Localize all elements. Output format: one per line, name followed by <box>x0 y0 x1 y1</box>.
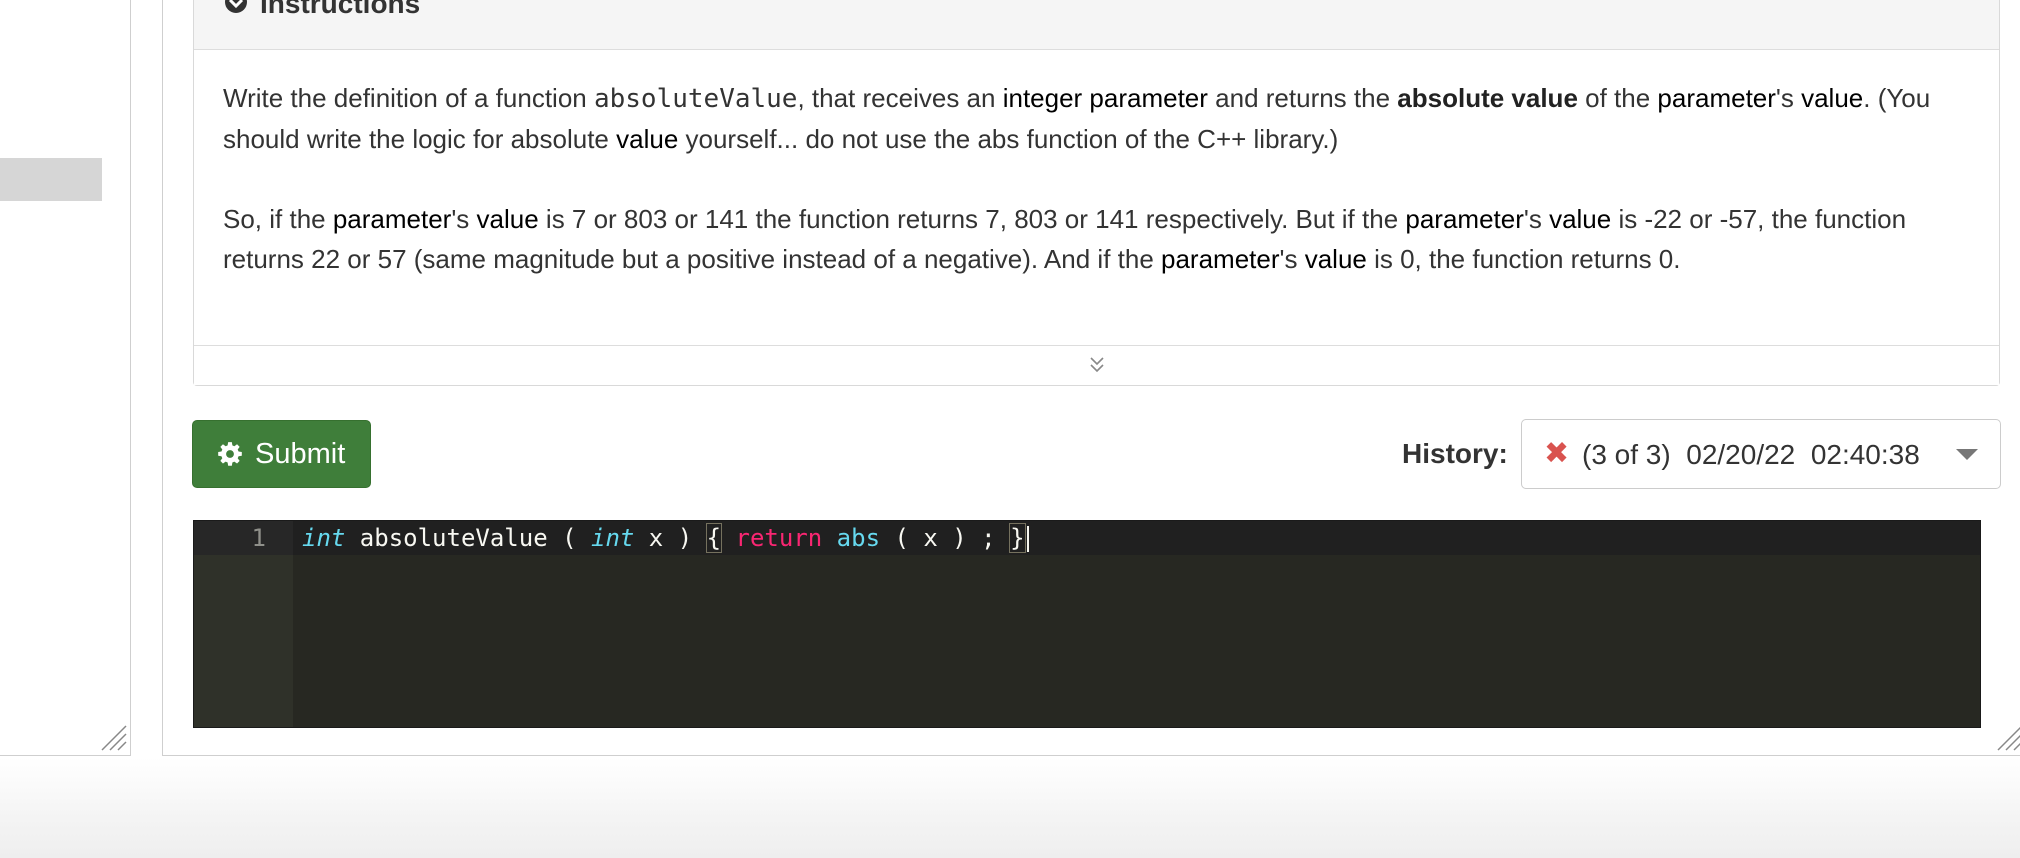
text: 's <box>1523 204 1550 234</box>
instructions-paragraph-2: So, if the parameter's value is 7 or 803… <box>223 199 1983 279</box>
text: 's <box>1279 244 1305 274</box>
gear-icon <box>218 442 242 466</box>
text: yourself... do not use the abs function … <box>678 124 1339 154</box>
chevron-down-circle-icon[interactable] <box>224 0 248 14</box>
left-pane-resize-grip-icon[interactable] <box>98 722 128 752</box>
text: is 0, the function returns 0. <box>1366 244 1681 274</box>
text: 's <box>1775 83 1802 113</box>
submit-button[interactable]: Submit <box>192 420 371 488</box>
submit-button-label: Submit <box>255 437 346 470</box>
keyword-parameter: parameter <box>332 204 452 234</box>
history-label: History: <box>1402 438 1508 469</box>
token-type: int <box>591 524 635 552</box>
keyword-value: value <box>476 204 539 234</box>
text: 's <box>451 204 477 234</box>
keyword-absolute-value: absolute value <box>1397 83 1578 113</box>
left-sidebar-pane <box>0 0 131 756</box>
x-icon: ✖ <box>1544 436 1570 471</box>
text: So, if the <box>223 204 333 234</box>
token-plain: ( x ) ; <box>880 524 1011 552</box>
keyword-value: value <box>1801 83 1864 113</box>
keyword-parameter: parameter <box>1657 83 1776 113</box>
token-function: abs <box>836 524 881 552</box>
text: of the <box>1577 83 1658 113</box>
main-pane-resize-grip-icon[interactable] <box>1994 722 2020 752</box>
keyword-parameter: parameter <box>1161 244 1280 274</box>
text: and returns the <box>1207 83 1398 113</box>
text-cursor <box>1026 526 1029 552</box>
keyword-parameter: parameter <box>1405 204 1524 234</box>
double-chevron-down-icon[interactable] <box>1087 354 1107 376</box>
text: Write the definition of a function <box>223 83 594 113</box>
keyword-value: value <box>1304 244 1367 274</box>
code-editor[interactable]: 1 int absoluteValue ( int x ) { return a… <box>193 520 1981 728</box>
token-keyword: return <box>735 524 823 552</box>
instructions-panel: Instructions Write the definition of a f… <box>193 0 2000 386</box>
function-name-code: absoluteValue <box>593 84 798 114</box>
keyword-value: value <box>1549 204 1612 234</box>
token-plain: x ) <box>634 524 707 552</box>
line-number: 1 <box>251 524 266 552</box>
instructions-header[interactable]: Instructions <box>194 0 1999 50</box>
token-brace: { <box>705 523 723 553</box>
token-type: int <box>302 524 346 552</box>
history-dropdown[interactable]: ✖ (3 of 3) 02/20/22 02:40:38 <box>1521 419 2001 489</box>
sidebar-selected-item[interactable] <box>0 158 102 201</box>
keyword-value: value <box>616 124 679 154</box>
instructions-paragraph-1: Write the definition of a function absol… <box>223 78 1983 159</box>
instructions-body: Write the definition of a function absol… <box>223 78 1983 319</box>
token-plain: absoluteValue ( <box>345 524 591 552</box>
chevron-down-icon <box>1956 449 1978 460</box>
token-brace: } <box>1009 523 1026 553</box>
text: , that receives an <box>797 83 1003 113</box>
instructions-expand-bar[interactable] <box>194 345 1999 385</box>
instructions-title: Instructions <box>260 0 421 19</box>
page-bottom-shadow <box>0 758 2020 858</box>
keyword-integer-parameter: integer parameter <box>1002 83 1208 113</box>
text: is 7 or 803 or 141 the function returns … <box>538 204 1406 234</box>
code-line[interactable]: int absoluteValue ( int x ) { return abs… <box>302 521 1029 555</box>
history-selected-value: (3 of 3) 02/20/22 02:40:38 <box>1582 439 1920 470</box>
